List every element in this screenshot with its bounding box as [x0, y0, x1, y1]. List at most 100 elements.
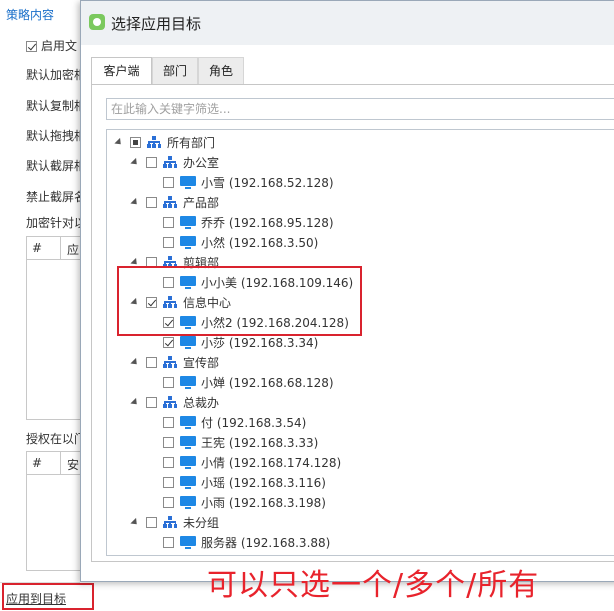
tree-checkbox[interactable] — [163, 376, 174, 388]
encrypt-target-table[interactable]: # 应 — [26, 236, 88, 420]
computer-icon — [180, 475, 196, 489]
tree-checkbox[interactable] — [163, 496, 174, 508]
filter-input[interactable] — [107, 99, 614, 119]
tree-checkbox[interactable] — [163, 476, 174, 488]
org-icon — [163, 156, 177, 168]
default-copy-label: 默认复制相 — [26, 99, 87, 113]
tab-role[interactable]: 角色 — [198, 57, 244, 84]
authorize-table[interactable]: # 安 — [26, 451, 88, 571]
client-label: 乔乔 (192.168.95.128) — [201, 215, 334, 230]
tree-group-item[interactable]: 产品部 — [130, 192, 220, 212]
client-label: 小雪 (192.168.52.128) — [201, 175, 334, 190]
tree-client-item[interactable]: 小倩 (192.168.174.128) — [163, 452, 341, 472]
computer-icon — [180, 375, 196, 389]
tree-checkbox[interactable] — [163, 536, 174, 548]
tree-checkbox[interactable] — [163, 336, 174, 348]
tree-group-item[interactable]: 总裁办 — [130, 392, 220, 412]
section-title: 策略内容 — [6, 8, 55, 22]
encrypt-target-label: 加密针对以 — [26, 216, 87, 230]
tree-checkbox[interactable] — [163, 456, 174, 468]
tree-client-item[interactable]: 付 (192.168.3.54) — [163, 412, 306, 432]
client-label: 小雨 (192.168.3.198) — [201, 495, 326, 510]
annotation-box-selection — [117, 266, 362, 336]
tree-checkbox[interactable] — [163, 416, 174, 428]
table-header-cell: # — [32, 241, 43, 255]
forbid-screenshot-label: 禁止截屏名 — [26, 190, 87, 204]
table-header-cell: 应 — [67, 243, 80, 257]
expand-arrow-icon[interactable] — [130, 357, 140, 367]
authorize-label: 授权在以门 — [26, 432, 87, 446]
computer-icon — [180, 455, 196, 469]
client-label: 小瑶 (192.168.3.116) — [201, 475, 326, 490]
expand-arrow-icon[interactable] — [130, 397, 140, 407]
tree-client-item[interactable]: 服务器 (192.168.3.88) — [163, 532, 330, 552]
department-tree[interactable]: 所有部门办公室小雪 (192.168.52.128) 产品部乔乔 (192.168… — [106, 129, 614, 556]
tree-client-item[interactable]: 小雪 (192.168.52.128) — [163, 172, 334, 192]
tree-client-item[interactable]: 乔乔 (192.168.95.128) — [163, 212, 334, 232]
client-label: 小婵 (192.168.68.128) — [201, 375, 334, 390]
default-screenshot-label: 默认截屏相 — [26, 159, 87, 173]
expand-arrow-icon[interactable] — [130, 517, 140, 527]
table-header-cell: 安 — [67, 458, 80, 472]
tree-checkbox[interactable] — [146, 156, 157, 168]
tree-checkbox[interactable] — [163, 216, 174, 228]
tree-checkbox[interactable] — [163, 176, 174, 188]
tree-checkbox[interactable] — [130, 136, 141, 148]
tree-checkbox[interactable] — [163, 236, 174, 248]
enable-checkbox-row[interactable]: 启用文 — [26, 37, 77, 54]
dialog-titlebar[interactable]: 选择应用目标 — [81, 1, 614, 45]
group-label: 宣传部 — [183, 355, 220, 370]
enable-checkbox[interactable] — [26, 41, 37, 52]
tree-group-item[interactable]: 未分组 — [130, 512, 220, 532]
org-icon — [163, 516, 177, 528]
group-label: 总裁办 — [183, 395, 220, 410]
client-label: 小莎 (192.168.3.34) — [201, 335, 319, 350]
app-icon — [89, 14, 105, 30]
tree-checkbox[interactable] — [146, 196, 157, 208]
select-target-dialog: 选择应用目标 客户端 部门 角色 所有部门办公室小雪 (192.168.52.1… — [80, 0, 614, 582]
tree-client-item[interactable]: 小然 (192.168.3.50) — [163, 232, 318, 252]
filter-field[interactable] — [106, 98, 614, 120]
tree-checkbox[interactable] — [146, 356, 157, 368]
client-label: 付 (192.168.3.54) — [201, 415, 307, 430]
group-label: 办公室 — [183, 155, 220, 170]
tree-checkbox[interactable] — [163, 436, 174, 448]
computer-icon — [180, 215, 196, 229]
tab-panel: 所有部门办公室小雪 (192.168.52.128) 产品部乔乔 (192.168… — [91, 84, 614, 562]
computer-icon — [180, 175, 196, 189]
computer-icon — [180, 235, 196, 249]
computer-icon — [180, 435, 196, 449]
computer-icon — [180, 535, 196, 549]
computer-icon — [180, 335, 196, 349]
tree-group-item[interactable]: 所有部门 — [114, 132, 216, 152]
client-label: 王宪 (192.168.3.33) — [201, 435, 319, 450]
tree-group-item[interactable]: 宣传部 — [130, 352, 220, 372]
tree-group-item[interactable]: 办公室 — [130, 152, 220, 172]
tree-checkbox[interactable] — [146, 516, 157, 528]
tab-client[interactable]: 客户端 — [91, 57, 152, 84]
client-label: 小然 (192.168.3.50) — [201, 235, 319, 250]
enable-label: 启用文 — [41, 39, 78, 53]
tree-client-item[interactable]: 小婵 (192.168.68.128) — [163, 372, 334, 392]
tab-department[interactable]: 部门 — [152, 57, 198, 84]
table-header: # 应 — [27, 237, 87, 260]
tree-client-item[interactable]: 小雨 (192.168.3.198) — [163, 492, 326, 512]
group-label: 所有部门 — [167, 135, 216, 150]
org-icon — [147, 136, 161, 148]
group-label: 产品部 — [183, 195, 220, 210]
computer-icon — [180, 495, 196, 509]
client-label: 服务器 (192.168.3.88) — [201, 535, 331, 550]
tree-client-item[interactable]: 小瑶 (192.168.3.116) — [163, 472, 326, 492]
expand-arrow-icon[interactable] — [130, 157, 140, 167]
default-encrypt-label: 默认加密相 — [26, 68, 87, 82]
group-label: 未分组 — [183, 515, 220, 530]
org-icon — [163, 396, 177, 408]
expand-arrow-icon[interactable] — [114, 137, 124, 147]
org-icon — [163, 356, 177, 368]
annotation-caption: 可以只选一个/多个/所有 — [207, 568, 540, 603]
annotation-box-apply — [2, 583, 94, 610]
expand-arrow-icon[interactable] — [130, 197, 140, 207]
default-drag-label: 默认拖拽相 — [26, 129, 87, 143]
tree-checkbox[interactable] — [146, 396, 157, 408]
tree-client-item[interactable]: 王宪 (192.168.3.33) — [163, 432, 318, 452]
